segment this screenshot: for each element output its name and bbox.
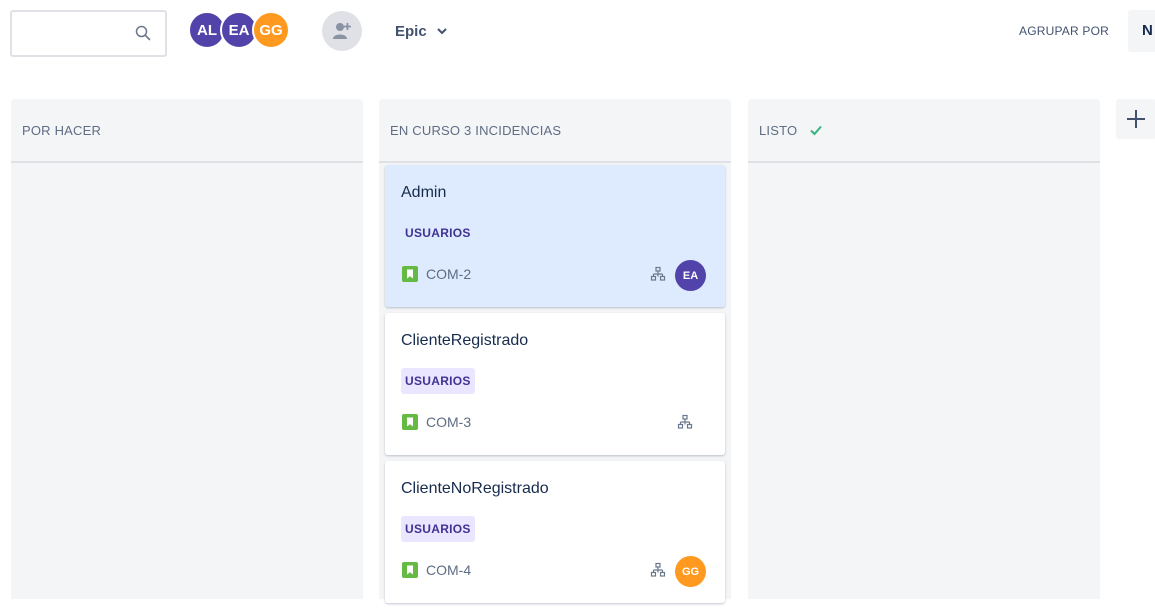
story-icon (402, 562, 418, 578)
epic-filter-dropdown[interactable]: Epic (395, 20, 447, 42)
epic-lozenge: USUARIOS (405, 226, 471, 240)
issue-card[interactable]: ClienteRegistrado USUARIOS COM-3 (385, 313, 725, 455)
issue-count: 3 INCIDENCIAS (464, 122, 562, 138)
epic-lozenge: USUARIOS (401, 516, 475, 542)
column-title: EN CURSO (390, 122, 461, 138)
add-people-button[interactable] (322, 11, 362, 51)
card-summary: ClienteNoRegistrado (401, 480, 549, 497)
add-person-icon (333, 23, 351, 39)
column-header: POR HACER (11, 99, 363, 163)
assignee-avatar[interactable]: EA (675, 260, 706, 291)
avatar-gg[interactable]: GG (252, 11, 290, 49)
story-icon (402, 414, 418, 430)
card-summary: ClienteRegistrado (401, 332, 529, 349)
board-toolbar: AL EA GG Epic AGRUPAR POR N (0, 0, 1155, 70)
chevron-down-icon (436, 28, 447, 35)
card-summary: Admin (401, 184, 447, 201)
subtask-icon (677, 414, 693, 429)
group-by-dropdown[interactable]: N (1128, 10, 1155, 52)
column-en-curso: EN CURSO 3 INCIDENCIAS Admin USUARIOS CO… (379, 99, 731, 603)
assignee-avatar[interactable]: GG (675, 556, 706, 587)
add-column-button[interactable] (1116, 99, 1155, 139)
check-icon (810, 125, 823, 136)
subtask-icon (650, 266, 666, 281)
column-header: LISTO (748, 99, 1100, 163)
column-title: POR HACER (22, 122, 102, 138)
epic-lozenge: USUARIOS (401, 368, 475, 394)
issue-key[interactable]: COM-4 (426, 562, 471, 578)
issue-card[interactable]: Admin USUARIOS COM-2 EA (385, 165, 725, 307)
story-icon (402, 266, 418, 282)
card-list: Admin USUARIOS COM-2 EA ClienteRegistrad… (385, 165, 725, 609)
column-header: EN CURSO 3 INCIDENCIAS (379, 99, 731, 163)
epic-filter-label: Epic (395, 22, 427, 40)
group-by-label: AGRUPAR POR (1019, 24, 1109, 38)
column-por-hacer: POR HACER (11, 99, 363, 599)
plus-icon (1127, 110, 1145, 128)
issue-key[interactable]: COM-3 (426, 414, 471, 430)
subtask-icon (650, 562, 666, 577)
issue-card[interactable]: ClienteNoRegistrado USUARIOS COM-4 GG (385, 461, 725, 603)
search-icon (135, 25, 151, 41)
search-input[interactable] (10, 10, 167, 57)
issue-key[interactable]: COM-2 (426, 266, 471, 282)
column-title: LISTO (759, 122, 798, 138)
column-listo: LISTO (748, 99, 1100, 599)
